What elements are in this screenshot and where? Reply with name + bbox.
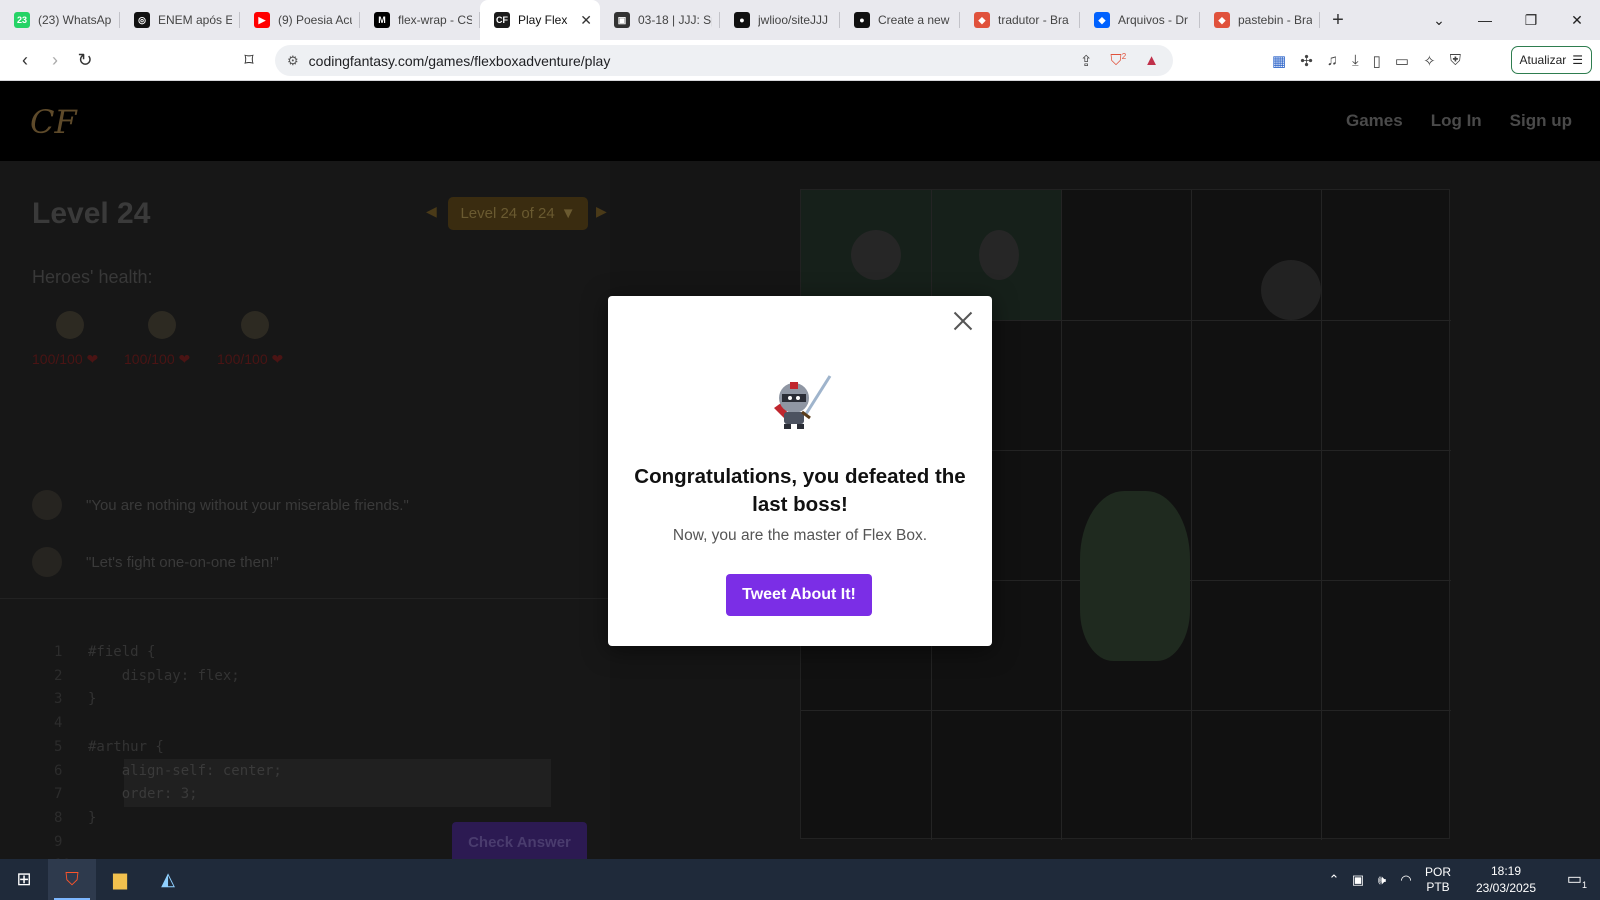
clock-date: 23/03/2025 xyxy=(1475,880,1537,895)
app-icon[interactable]: ◭ xyxy=(144,859,192,900)
new-tab-button[interactable]: + xyxy=(1320,9,1356,32)
modal-title: Congratulations, you defeated the last b… xyxy=(634,465,966,516)
knight-icon xyxy=(774,375,832,429)
mdn-icon: M xyxy=(374,12,390,28)
extensions-icon[interactable]: ✣ xyxy=(1300,52,1313,70)
tray-chevron-icon[interactable]: ⌃ xyxy=(1322,872,1346,888)
sidebar-icon[interactable]: ▯ xyxy=(1373,52,1381,70)
tab-label: 03-18 | JJJ: Sp xyxy=(638,13,712,27)
browser-tab[interactable]: ▶ (9) Poesia Acú xyxy=(240,0,360,40)
youtube-icon: ▶ xyxy=(254,12,270,28)
leo-ai-icon[interactable]: ✧ xyxy=(1423,52,1436,70)
browser-tab[interactable]: ▣ 03-18 | JJJ: Sp xyxy=(600,0,720,40)
tab-label: ENEM após Er xyxy=(158,13,232,27)
tab-label: Create a new xyxy=(878,13,950,27)
close-tab-icon[interactable]: ✕ xyxy=(580,12,592,29)
wifi-icon[interactable]: ◠ xyxy=(1394,872,1418,888)
back-icon[interactable]: ‹ xyxy=(10,50,40,71)
url-text[interactable]: codingfantasy.com/games/flexboxadventure… xyxy=(309,53,611,69)
close-icon[interactable] xyxy=(950,308,976,334)
browser-tab[interactable]: ● jwlioo/siteJJJ xyxy=(720,0,840,40)
browser-tab[interactable]: Mflex-wrap - CS xyxy=(360,0,480,40)
modal-overlay: Congratulations, you defeated the last b… xyxy=(0,81,1600,859)
bookmark-icon[interactable]: ⌑ xyxy=(234,50,264,71)
browser-toolbar: ‹ › ↻ ⌑ ⚙ codingfantasy.com/games/flexbo… xyxy=(0,40,1600,81)
menu-icon: ☰ xyxy=(1572,53,1583,67)
wallet-icon[interactable]: ▭ xyxy=(1395,52,1409,70)
clock[interactable]: 18:19 23/03/2025 xyxy=(1458,863,1554,897)
tab-label: pastebin - Bra xyxy=(1238,13,1312,27)
browser-tab[interactable]: ● Create a new xyxy=(840,0,960,40)
dropbox-icon: ◆ xyxy=(1094,12,1110,28)
browser-tab[interactable]: CF Play Flex ✕ xyxy=(480,0,600,40)
tab-label: (23) WhatsApp xyxy=(38,13,112,27)
share-icon[interactable]: ⇪ xyxy=(1080,52,1093,70)
media-icon[interactable]: ♫ xyxy=(1327,52,1338,69)
start-icon[interactable]: ⊞ xyxy=(0,859,48,900)
browser-tab[interactable]: ◆ tradutor - Bra xyxy=(960,0,1080,40)
github-icon: ● xyxy=(854,12,870,28)
notification-icon[interactable]: ▭1 xyxy=(1554,869,1600,890)
window-controls: ⌄ — ❐ ✕ xyxy=(1416,0,1600,40)
browser-tab[interactable]: 23 (23) WhatsApp xyxy=(0,0,120,40)
address-bar[interactable]: ⚙ codingfantasy.com/games/flexboxadventu… xyxy=(275,45,1173,76)
browser-tab[interactable]: ◆ pastebin - Bra xyxy=(1200,0,1320,40)
tab-label: (9) Poesia Acú xyxy=(278,13,352,27)
restore-icon[interactable]: ❐ xyxy=(1508,12,1554,29)
tab-label: tradutor - Bra xyxy=(998,13,1069,27)
close-window-icon[interactable]: ✕ xyxy=(1554,12,1600,29)
keyboard-layout: PTB xyxy=(1426,879,1450,894)
brave-rewards-icon[interactable]: ▲ xyxy=(1144,52,1159,69)
windows-taskbar: ⊞ ⛉ ▆ ◭ ⌃ ▣ 🕪 ◠ POR PTB 18:19 23/03/2025… xyxy=(0,859,1600,900)
tab-list: 23 (23) WhatsApp ◎ ENEM após Er ▶ (9) Poesia … xyxy=(0,0,1320,40)
site-info-icon[interactable]: ⚙ xyxy=(287,53,299,69)
tab-label: Play Flex xyxy=(518,13,568,27)
minimize-icon[interactable]: — xyxy=(1462,12,1508,28)
browser-tab[interactable]: ◆ Arquivos - Dr xyxy=(1080,0,1200,40)
download-icon[interactable]: ⤓ xyxy=(1352,52,1359,69)
tab-label: Arquivos - Dr xyxy=(1118,13,1189,27)
brave-search-icon: ◆ xyxy=(1214,12,1230,28)
system-tray: ⌃ ▣ 🕪 ◠ POR PTB 18:19 23/03/2025 ▭1 xyxy=(1322,859,1600,900)
chatgpt-icon: ◎ xyxy=(134,12,150,28)
brave-shield-icon[interactable]: ⛉2 xyxy=(1110,52,1126,69)
codingfantasy-icon: CF xyxy=(494,12,510,28)
tab-label: jwlioo/siteJJJ xyxy=(758,13,829,27)
file-explorer-icon[interactable]: ▆ xyxy=(96,859,144,900)
shield-count: 2 xyxy=(1121,52,1127,61)
tweet-button[interactable]: Tweet About It! xyxy=(726,574,872,616)
browser-tab-strip: 23 (23) WhatsApp ◎ ENEM após Er ▶ (9) Poesia … xyxy=(0,0,1600,40)
github-icon: ● xyxy=(734,12,750,28)
update-label: Atualizar xyxy=(1519,53,1567,67)
browser-tab[interactable]: ◎ ENEM após Er xyxy=(120,0,240,40)
tab-label: flex-wrap - CS xyxy=(398,13,472,27)
reader-icon[interactable]: ▦ xyxy=(1272,52,1286,70)
tab-search-chevron-icon[interactable]: ⌄ xyxy=(1416,12,1462,29)
modal-subtitle: Now, you are the master of Flex Box. xyxy=(672,527,928,544)
victory-modal: Congratulations, you defeated the last b… xyxy=(608,296,992,646)
extensions-area: ▦ ✣ ♫ ⤓ ▯ ▭ ✧ ⛨ xyxy=(1272,40,1461,81)
notification-count: 1 xyxy=(1582,880,1588,891)
volume-icon[interactable]: 🕪 xyxy=(1370,872,1394,888)
network-status-icon[interactable]: ▣ xyxy=(1346,872,1370,888)
reload-icon[interactable]: ↻ xyxy=(70,50,100,71)
forward-icon[interactable]: › xyxy=(40,50,70,71)
brave-browser-icon[interactable]: ⛉ xyxy=(48,859,96,900)
brave-search-icon: ◆ xyxy=(974,12,990,28)
vpn-icon[interactable]: ⛨ xyxy=(1450,52,1461,69)
clock-time: 18:19 xyxy=(1490,863,1522,878)
whatsapp-icon: 23 xyxy=(14,12,30,28)
update-button[interactable]: Atualizar ☰ xyxy=(1510,46,1592,74)
language-indicator[interactable]: POR PTB xyxy=(1418,865,1458,895)
lang-code: POR xyxy=(1424,864,1451,879)
notion-icon: ▣ xyxy=(614,12,630,28)
